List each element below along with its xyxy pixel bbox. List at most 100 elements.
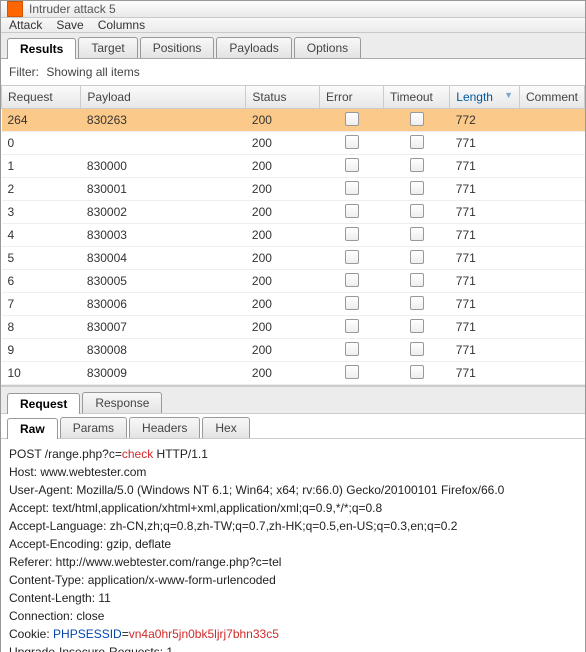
cell-request: 5 [2,247,81,270]
table-row[interactable]: 4830003200771 [2,224,585,247]
table-row[interactable]: 3830002200771 [2,201,585,224]
cell-timeout [383,132,449,155]
col-request[interactable]: Request [2,86,81,109]
table-row[interactable]: 9830008200771 [2,339,585,362]
tab-params[interactable]: Params [60,417,127,438]
col-timeout[interactable]: Timeout [383,86,449,109]
error-checkbox [345,342,359,356]
cell-length: 771 [450,247,520,270]
view-tab-bar: Raw Params Headers Hex [1,413,585,438]
header-connection: Connection: close [9,607,577,625]
menu-attack[interactable]: Attack [9,18,42,32]
tab-request[interactable]: Request [7,393,80,414]
cell-status: 200 [246,362,320,385]
tab-raw[interactable]: Raw [7,418,58,439]
cell-request: 6 [2,270,81,293]
header-user-agent: User-Agent: Mozilla/5.0 (Windows NT 6.1;… [9,481,577,499]
cell-error [320,247,384,270]
results-tbody: 2648302632007720200771183000020077128300… [2,109,585,385]
table-row[interactable]: 1830000200771 [2,155,585,178]
cell-timeout [383,362,449,385]
cell-comment [519,316,584,339]
sort-desc-icon: ▼ [504,90,513,100]
title-bar[interactable]: Intruder attack 5 [1,1,585,18]
cell-request: 2 [2,178,81,201]
cell-payload: 830000 [81,155,246,178]
table-row[interactable]: 8830007200771 [2,316,585,339]
cell-status: 200 [246,270,320,293]
col-payload[interactable]: Payload [81,86,246,109]
error-checkbox [345,112,359,126]
timeout-checkbox [410,342,424,356]
cell-status: 200 [246,247,320,270]
table-row[interactable]: 264830263200772 [2,109,585,132]
cell-comment [519,224,584,247]
cell-payload: 830009 [81,362,246,385]
tab-hex[interactable]: Hex [202,417,249,438]
cell-request: 9 [2,339,81,362]
tab-positions[interactable]: Positions [140,37,215,58]
col-status[interactable]: Status [246,86,320,109]
cell-payload [81,132,246,155]
cell-payload: 830003 [81,224,246,247]
menu-save[interactable]: Save [56,18,83,32]
cell-status: 200 [246,132,320,155]
raw-request-view[interactable]: POST /range.php?c=check HTTP/1.1 Host: w… [1,438,585,652]
results-table: Request Payload Status Error Timeout Len… [1,86,585,385]
col-length-label: Length [456,90,493,104]
table-row[interactable]: 6830005200771 [2,270,585,293]
cell-payload: 830263 [81,109,246,132]
cell-length: 771 [450,224,520,247]
cell-comment [519,270,584,293]
header-accept-encoding: Accept-Encoding: gzip, deflate [9,535,577,553]
tab-options[interactable]: Options [294,37,361,58]
cell-comment [519,362,584,385]
cell-error [320,316,384,339]
header-accept-language: Accept-Language: zh-CN,zh;q=0.8,zh-TW;q=… [9,517,577,535]
col-comment[interactable]: Comment [519,86,584,109]
tab-results[interactable]: Results [7,38,76,59]
col-error[interactable]: Error [320,86,384,109]
tab-target[interactable]: Target [78,37,137,58]
header-accept: Accept: text/html,application/xhtml+xml,… [9,499,577,517]
cell-error [320,132,384,155]
table-row[interactable]: 10830009200771 [2,362,585,385]
cell-payload: 830001 [81,178,246,201]
error-checkbox [345,181,359,195]
timeout-checkbox [410,250,424,264]
cell-comment [519,155,584,178]
cell-payload: 830008 [81,339,246,362]
tab-headers[interactable]: Headers [129,417,200,438]
cell-error [320,109,384,132]
timeout-checkbox [410,158,424,172]
cell-status: 200 [246,178,320,201]
tab-response[interactable]: Response [82,392,162,413]
tab-payloads[interactable]: Payloads [216,37,291,58]
cell-length: 772 [450,109,520,132]
cell-error [320,339,384,362]
filter-panel[interactable]: Filter: Showing all items [1,59,585,86]
cell-request: 8 [2,316,81,339]
cell-error [320,224,384,247]
lower-pane: Request Response Raw Params Headers Hex … [1,386,585,652]
cell-error [320,270,384,293]
cell-error [320,362,384,385]
timeout-checkbox [410,273,424,287]
cell-request: 4 [2,224,81,247]
results-table-wrap: Request Payload Status Error Timeout Len… [1,86,585,386]
table-row[interactable]: 2830001200771 [2,178,585,201]
table-row[interactable]: 5830004200771 [2,247,585,270]
app-icon [7,1,23,17]
table-row[interactable]: 7830006200771 [2,293,585,316]
cell-comment [519,178,584,201]
cell-error [320,178,384,201]
cell-timeout [383,316,449,339]
timeout-checkbox [410,296,424,310]
cell-request: 0 [2,132,81,155]
cell-timeout [383,339,449,362]
menu-columns[interactable]: Columns [98,18,145,32]
table-row[interactable]: 0200771 [2,132,585,155]
col-length[interactable]: Length ▼ [450,86,520,109]
cell-length: 771 [450,201,520,224]
timeout-checkbox [410,135,424,149]
